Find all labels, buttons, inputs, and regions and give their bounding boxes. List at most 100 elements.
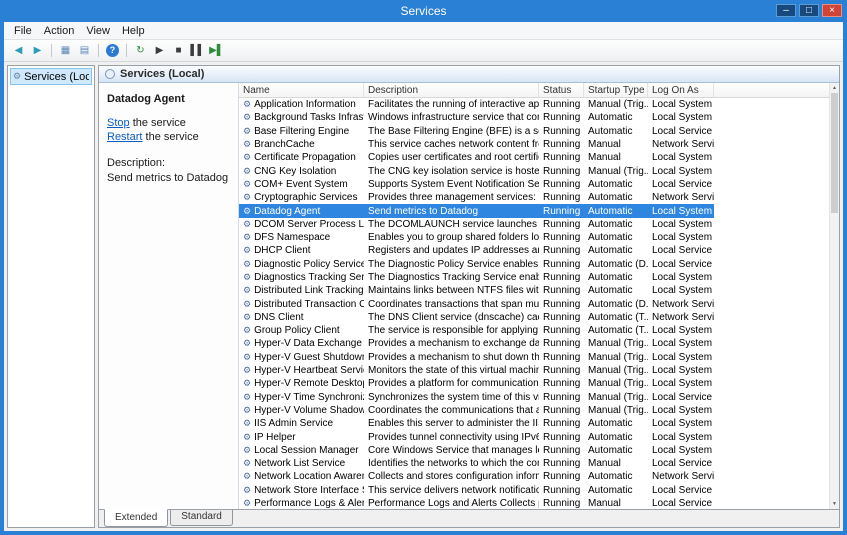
- stop-service-link[interactable]: Stop: [107, 117, 130, 129]
- service-name-cell: ⚙DCOM Server Process Laun...: [239, 219, 364, 230]
- service-name: Local Session Manager: [254, 445, 359, 456]
- service-row[interactable]: ⚙Hyper-V Heartbeat ServiceMonitors the s…: [239, 364, 714, 377]
- service-row[interactable]: ⚙Distributed Transaction Co...Coordinate…: [239, 297, 714, 310]
- service-row[interactable]: ⚙Datadog AgentSend metrics to DatadogRun…: [239, 204, 714, 217]
- service-startup-type: Automatic: [584, 192, 648, 203]
- service-row[interactable]: ⚙IP HelperProvides tunnel connectivity u…: [239, 430, 714, 443]
- service-icon: ⚙: [243, 378, 251, 389]
- service-row[interactable]: ⚙Application InformationFacilitates the …: [239, 98, 714, 111]
- service-row[interactable]: ⚙Performance Logs & AlertsPerformance Lo…: [239, 497, 714, 509]
- service-log-on-as: Local Service: [648, 245, 714, 256]
- service-description: Provides a mechanism to exchange data be…: [364, 338, 539, 349]
- scrollbar-thumb[interactable]: [831, 93, 838, 213]
- menu-view[interactable]: View: [80, 24, 116, 38]
- pause-service-icon[interactable]: ▌▌: [189, 43, 206, 58]
- service-icon: ⚙: [243, 232, 251, 243]
- table-header-row: NameDescriptionStatusStartup TypeLog On …: [239, 83, 839, 98]
- show-console-tree-icon[interactable]: ▦: [57, 43, 74, 58]
- refresh-icon[interactable]: ↻: [132, 43, 149, 58]
- window-title: Services: [400, 4, 446, 18]
- column-header-name[interactable]: Name: [239, 83, 364, 97]
- window-controls: – □ ×: [776, 4, 842, 17]
- service-description: Supports System Event Notification Servi…: [364, 179, 539, 190]
- service-log-on-as: Local System: [648, 112, 714, 123]
- service-row[interactable]: ⚙Cryptographic ServicesProvides three ma…: [239, 191, 714, 204]
- service-row[interactable]: ⚙Group Policy ClientThe service is respo…: [239, 324, 714, 337]
- service-name: Datadog Agent: [254, 206, 320, 217]
- column-header-description[interactable]: Description: [364, 83, 539, 97]
- service-row[interactable]: ⚙BranchCacheThis service caches network …: [239, 138, 714, 151]
- service-row[interactable]: ⚙Network List ServiceIdentifies the netw…: [239, 457, 714, 470]
- service-log-on-as: Local Service: [648, 259, 714, 270]
- service-row[interactable]: ⚙Hyper-V Remote Desktop V...Provides a p…: [239, 377, 714, 390]
- restart-service-icon[interactable]: ▶▌: [208, 43, 225, 58]
- stop-service-icon[interactable]: ■: [170, 43, 187, 58]
- help-icon[interactable]: ?: [106, 44, 119, 57]
- service-icon: ⚙: [243, 285, 251, 296]
- service-name: DCOM Server Process Laun...: [254, 219, 364, 230]
- tab-standard[interactable]: Standard: [170, 510, 233, 526]
- service-name: Distributed Transaction Co...: [254, 299, 364, 310]
- restart-service-link[interactable]: Restart: [107, 131, 142, 143]
- column-header-startup-type[interactable]: Startup Type: [584, 83, 648, 97]
- toolbar: ◀▶▦▤?↻▶■▌▌▶▌: [4, 40, 843, 62]
- service-name-cell: ⚙Performance Logs & Alerts: [239, 498, 364, 509]
- scroll-down-arrow[interactable]: ▼: [830, 499, 839, 509]
- service-status: Running: [539, 471, 584, 482]
- service-row[interactable]: ⚙IIS Admin ServiceEnables this server to…: [239, 417, 714, 430]
- column-header-status[interactable]: Status: [539, 83, 584, 97]
- service-row[interactable]: ⚙Network Location AwarenessCollects and …: [239, 470, 714, 483]
- service-status: Running: [539, 458, 584, 469]
- vertical-scrollbar[interactable]: ▲ ▼: [829, 83, 839, 509]
- export-list-icon[interactable]: ▤: [76, 43, 93, 58]
- service-row[interactable]: ⚙Hyper-V Time Synchroniza...Synchronizes…: [239, 391, 714, 404]
- forward-icon[interactable]: ▶: [29, 43, 46, 58]
- service-row[interactable]: ⚙DCOM Server Process Laun...The DCOMLAUN…: [239, 218, 714, 231]
- service-row[interactable]: ⚙Certificate PropagationCopies user cert…: [239, 151, 714, 164]
- service-log-on-as: Local Service: [648, 498, 714, 509]
- menu-help[interactable]: Help: [116, 24, 151, 38]
- tab-extended[interactable]: Extended: [104, 509, 168, 527]
- service-row[interactable]: ⚙Local Session ManagerCore Windows Servi…: [239, 444, 714, 457]
- service-row[interactable]: ⚙DNS ClientThe DNS Client service (dnsca…: [239, 311, 714, 324]
- menu-file[interactable]: File: [8, 24, 38, 38]
- toolbar-separator: [98, 44, 99, 57]
- service-description: Provides a platform for communication be…: [364, 378, 539, 389]
- service-startup-type: Automatic: [584, 206, 648, 217]
- service-row[interactable]: ⚙Network Store Interface Ser...This serv…: [239, 484, 714, 497]
- service-name-cell: ⚙Group Policy Client: [239, 325, 364, 336]
- service-startup-type: Automatic (T...: [584, 325, 648, 336]
- service-row[interactable]: ⚙Distributed Link Tracking C...Maintains…: [239, 284, 714, 297]
- title-bar[interactable]: Services – □ ×: [0, 0, 847, 22]
- back-icon[interactable]: ◀: [10, 43, 27, 58]
- maximize-button[interactable]: □: [799, 4, 819, 17]
- service-icon: ⚙: [243, 259, 251, 270]
- service-row[interactable]: ⚙Hyper-V Volume Shadow C...Coordinates t…: [239, 404, 714, 417]
- start-service-icon[interactable]: ▶: [151, 43, 168, 58]
- service-row[interactable]: ⚙Background Tasks Infrastru...Windows in…: [239, 111, 714, 124]
- tree-item-services-local[interactable]: ⚙ Services (Local): [10, 68, 92, 85]
- service-icon: ⚙: [243, 485, 251, 496]
- service-row[interactable]: ⚙Diagnostic Policy ServiceThe Diagnostic…: [239, 258, 714, 271]
- minimize-button[interactable]: –: [776, 4, 796, 17]
- service-name-cell: ⚙Hyper-V Data Exchange Ser...: [239, 338, 364, 349]
- service-row[interactable]: ⚙Hyper-V Guest Shutdown S...Provides a m…: [239, 351, 714, 364]
- scrollbar-track[interactable]: [830, 93, 839, 499]
- service-row[interactable]: ⚙Base Filtering EngineThe Base Filtering…: [239, 125, 714, 138]
- service-name: Hyper-V Volume Shadow C...: [254, 405, 364, 416]
- service-row[interactable]: ⚙DHCP ClientRegisters and updates IP add…: [239, 244, 714, 257]
- service-log-on-as: Local Service: [648, 458, 714, 469]
- service-row[interactable]: ⚙Hyper-V Data Exchange Ser...Provides a …: [239, 337, 714, 350]
- service-row[interactable]: ⚙DFS NamespaceEnables you to group share…: [239, 231, 714, 244]
- service-startup-type: Manual: [584, 139, 648, 150]
- service-name-cell: ⚙IP Helper: [239, 432, 364, 443]
- menu-action[interactable]: Action: [38, 24, 81, 38]
- service-row[interactable]: ⚙Diagnostics Tracking ServiceThe Diagnos…: [239, 271, 714, 284]
- service-icon: ⚙: [243, 338, 251, 349]
- service-status: Running: [539, 232, 584, 243]
- close-button[interactable]: ×: [822, 4, 842, 17]
- scroll-up-arrow[interactable]: ▲: [830, 83, 839, 93]
- column-header-log-on-as[interactable]: Log On As: [648, 83, 714, 97]
- service-row[interactable]: ⚙COM+ Event SystemSupports System Event …: [239, 178, 714, 191]
- service-row[interactable]: ⚙CNG Key IsolationThe CNG key isolation …: [239, 164, 714, 177]
